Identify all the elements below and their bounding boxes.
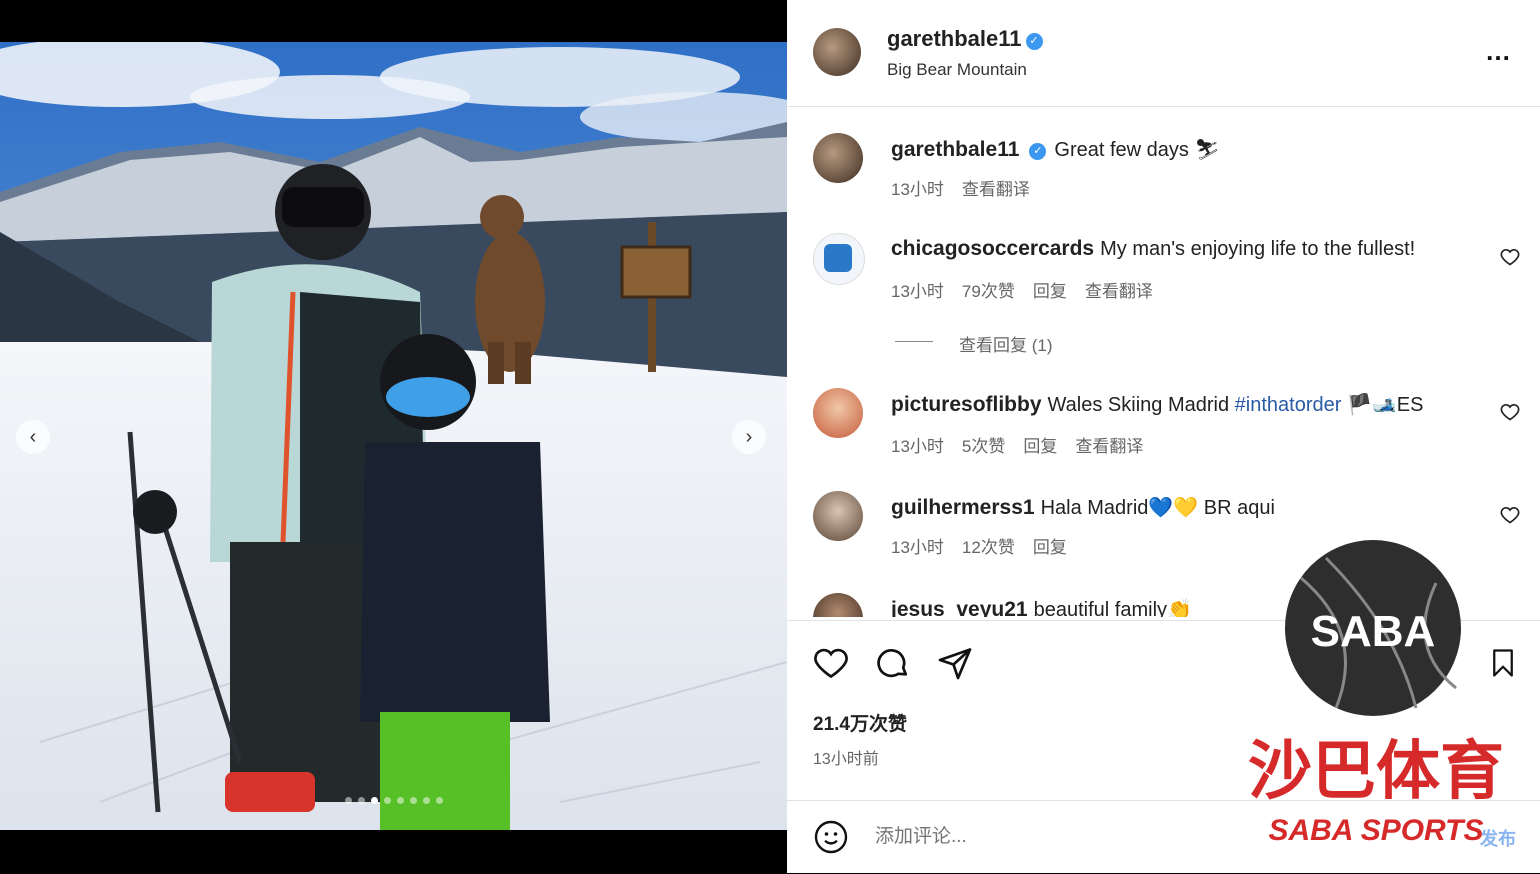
comment-avatar[interactable] (813, 233, 865, 285)
comment-time: 13小时 (891, 538, 944, 557)
comment-username[interactable]: picturesoflibby (891, 393, 1042, 416)
like-heart-icon[interactable] (813, 645, 849, 681)
svg-text:SABA: SABA (1311, 607, 1436, 656)
carousel-dots (0, 797, 787, 804)
carousel-dot[interactable] (396, 797, 404, 804)
svg-text:SABA SPORTS: SABA SPORTS (1268, 814, 1483, 847)
caption-username[interactable]: garethbale11 (891, 138, 1019, 161)
comment-text: Hala Madrid💙💛 BR aqui (1040, 497, 1275, 519)
caption-translate-link[interactable]: 查看翻译 (962, 180, 1030, 199)
like-comment-heart-icon[interactable] (1500, 505, 1520, 525)
saba-sports-watermark: SABA 沙巴体育 SABA SPORTS (1226, 538, 1526, 858)
reply-button[interactable]: 回复 (1023, 437, 1057, 456)
comment-username[interactable]: jesus_veyu21 (891, 598, 1028, 617)
translate-link[interactable]: 查看翻译 (1085, 282, 1153, 301)
carousel-dot[interactable] (422, 797, 430, 804)
carousel-dot[interactable] (357, 797, 365, 804)
comment-text: My man's enjoying life to the fullest! (1100, 238, 1416, 260)
share-send-icon[interactable] (937, 645, 973, 681)
translate-link[interactable]: 查看翻译 (1075, 437, 1143, 456)
comment-bubble-icon[interactable] (875, 645, 911, 681)
comment-text: beautiful family👏 (1033, 599, 1192, 617)
verified-badge-icon: ✓ (1025, 33, 1043, 50)
caption-time: 13小时 (891, 180, 944, 199)
post-header: garethbale11 ✓ Big Bear Mountain … (787, 0, 1540, 107)
view-replies-button[interactable]: 查看回复 (1) (959, 336, 1053, 355)
saba-logo-icon: SABA 沙巴体育 SABA SPORTS (1248, 540, 1504, 847)
caption-text: Great few days ⛷ (1054, 139, 1220, 161)
svg-text:沙巴体育: 沙巴体育 (1248, 735, 1504, 809)
reply-button[interactable]: 回复 (1033, 282, 1067, 301)
comment-text: Wales Skiing Madrid (1047, 394, 1235, 416)
carousel-dot[interactable] (435, 797, 443, 804)
comment-likes[interactable]: 5次赞 (962, 437, 1005, 456)
verified-badge-icon: ✓ (1029, 143, 1047, 160)
like-comment-heart-icon[interactable] (1500, 402, 1520, 422)
next-image-button[interactable]: › (732, 420, 766, 454)
comment-avatar[interactable] (813, 388, 863, 438)
carousel-dot[interactable] (409, 797, 417, 804)
post-time: 13小时前 (813, 751, 879, 768)
comment-text-end: 🏴🎿ES (1341, 394, 1424, 416)
like-comment-heart-icon[interactable] (1500, 247, 1520, 267)
post-photo[interactable]: ‹ › (0, 42, 787, 830)
carousel-dot[interactable] (383, 797, 391, 804)
emoji-smiley-icon[interactable] (813, 819, 849, 855)
comment-time: 13小时 (891, 282, 944, 301)
caption-avatar[interactable] (813, 133, 863, 183)
comment-avatar[interactable] (813, 593, 863, 617)
more-options-icon[interactable]: … (1485, 36, 1512, 67)
comment-avatar[interactable] (813, 491, 863, 541)
comment-likes[interactable]: 79次赞 (962, 282, 1015, 301)
carousel-dot[interactable] (344, 797, 352, 804)
hashtag-link[interactable]: #inthatorder (1235, 394, 1342, 416)
comment-likes[interactable]: 12次赞 (962, 538, 1015, 557)
comment-username[interactable]: guilhermerss1 (891, 496, 1035, 519)
carousel-dot[interactable] (370, 797, 378, 804)
post-media: ‹ › (0, 0, 787, 873)
comment-time: 13小时 (891, 437, 944, 456)
replies-divider (895, 341, 933, 342)
ski-photo-image (0, 42, 787, 830)
reply-button[interactable]: 回复 (1033, 538, 1067, 557)
previous-image-button[interactable]: ‹ (16, 420, 50, 454)
author-username[interactable]: garethbale11 (887, 26, 1022, 51)
likes-count[interactable]: 21.4万次赞 (813, 709, 907, 736)
author-avatar[interactable] (813, 28, 861, 76)
post-location[interactable]: Big Bear Mountain (887, 60, 1027, 80)
comment-username[interactable]: chicagosoccercards (891, 237, 1094, 260)
